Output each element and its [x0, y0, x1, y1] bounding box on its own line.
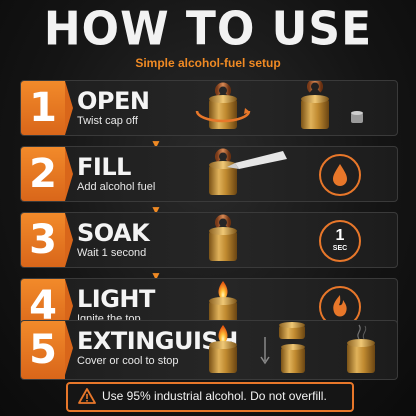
burner-open-cap-icon: [301, 81, 363, 129]
page-subtitle: Simple alcohol-fuel setup: [135, 56, 281, 70]
timer-value: 1: [335, 227, 345, 244]
step-number: 5: [21, 321, 73, 379]
step-title: FILL: [77, 153, 131, 181]
step-title: OPEN: [77, 87, 150, 115]
step-number: 2: [21, 147, 73, 201]
step-number: 3: [21, 213, 73, 267]
burner-soak-icon: [209, 214, 237, 261]
step-extinguish: 5 EXTINGUISH Cover or cool to stop: [20, 320, 398, 380]
step-description: Add alcohol fuel: [77, 181, 156, 193]
warning-banner: Use 95% industrial alcohol. Do not overf…: [66, 382, 354, 412]
page-title: HOW TO USE: [43, 2, 373, 57]
timer-unit: SEC: [332, 245, 348, 252]
burner-fill-bottle-icon: [209, 148, 287, 195]
burner-extinguish-sequence-icon: [209, 322, 375, 373]
step-open: 1 OPEN Twist cap off: [20, 80, 398, 136]
step-number: 1: [21, 81, 73, 135]
step-title: SOAK: [77, 219, 150, 247]
step-description: Wait 1 second: [77, 247, 147, 259]
fuel-drop-icon: [319, 154, 361, 196]
step-description: Cover or cool to stop: [77, 355, 179, 367]
burner-closed-twist-icon: [195, 82, 251, 129]
step-fill: 2 FILL Add alcohol fuel: [20, 146, 398, 202]
step-description: Twist cap off: [77, 115, 138, 127]
step-soak: 3 SOAK Wait 1 second 1 SEC: [20, 212, 398, 268]
timer-icon: 1 SEC: [319, 220, 361, 262]
step-title: LIGHT: [77, 285, 155, 313]
warning-triangle-icon: [78, 388, 96, 404]
warning-text: Use 95% industrial alcohol. Do not overf…: [102, 389, 327, 403]
